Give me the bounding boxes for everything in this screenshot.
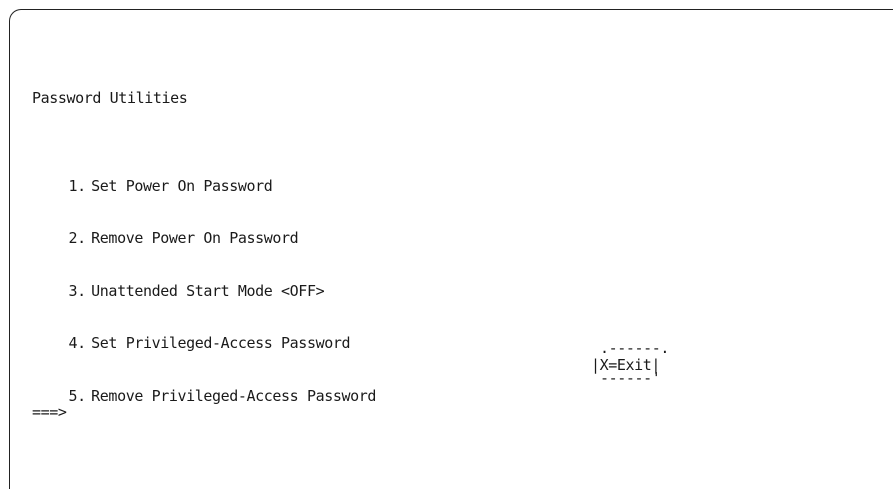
menu-item-number: 3. <box>68 281 87 300</box>
menu-item-number: 1. <box>68 176 87 195</box>
menu-item-set-privileged-access-password[interactable]: 4. Set Privileged-Access Password <box>34 318 376 371</box>
command-prompt[interactable]: ===> <box>32 404 67 421</box>
menu-item-label: Unattended Start Mode <OFF> <box>91 281 325 300</box>
menu-item-remove-privileged-access-password[interactable]: 5. Remove Privileged-Access Password <box>34 370 377 423</box>
menu-item-label: Remove Power On Password <box>91 229 299 247</box>
menu-item-number: 2. <box>68 229 87 247</box>
menu-item-number: 5. <box>68 386 87 405</box>
menu-item-set-power-on-password[interactable]: 1. Set Power On Password <box>34 160 376 213</box>
exit-key-box[interactable]: .------. |X=Exit| ------' <box>591 339 686 393</box>
page-title: Password Utilities <box>32 89 188 107</box>
menu-item-label: Set Power On Password <box>91 176 273 195</box>
menu-item-label: Remove Privileged-Access Password <box>91 386 376 405</box>
menu-item-number: 4. <box>68 334 87 352</box>
menu-item-label: Set Privileged-Access Password <box>91 334 351 352</box>
menu-item-unattended-start-mode[interactable]: 3. Unattended Start Mode <OFF> <box>34 265 376 318</box>
exit-box-top-border: .------. <box>600 339 670 357</box>
password-utilities-menu: 1. Set Power On Password 2. Remove Power… <box>34 160 377 423</box>
menu-item-remove-power-on-password[interactable]: 2. Remove Power On Password <box>34 213 376 266</box>
exit-box-bottom-border: ------' <box>600 369 661 387</box>
